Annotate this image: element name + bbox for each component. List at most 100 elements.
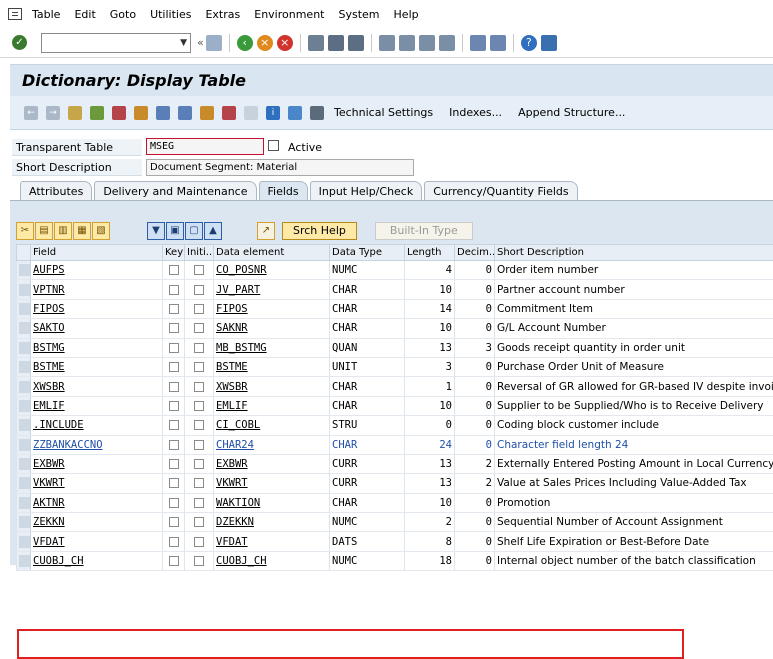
row-selector[interactable] bbox=[17, 299, 31, 318]
initial-values-checkbox[interactable] bbox=[194, 323, 204, 333]
row-selector[interactable] bbox=[17, 261, 31, 280]
table-row[interactable]: XWSBRXWSBRCHAR10Reversal of GR allowed f… bbox=[17, 377, 773, 396]
table-row[interactable]: ZEKKNDZEKKNNUMC20Sequential Number of Ac… bbox=[17, 513, 773, 532]
initial-values-checkbox[interactable] bbox=[194, 420, 204, 430]
key-cell[interactable] bbox=[163, 454, 185, 473]
initial-cell[interactable] bbox=[185, 474, 214, 493]
data-element-link[interactable]: EMLIF bbox=[216, 400, 248, 412]
field-name-link[interactable]: VFDAT bbox=[33, 536, 65, 548]
back-icon[interactable]: ‹ bbox=[237, 35, 253, 51]
column-header-key[interactable]: Key bbox=[163, 245, 185, 261]
tab-delivery-maintenance[interactable]: Delivery and Maintenance bbox=[94, 181, 256, 201]
field-name-cell[interactable]: BSTME bbox=[31, 357, 163, 376]
field-name-cell[interactable]: CUOBJ_CH bbox=[31, 551, 163, 570]
initial-values-checkbox[interactable] bbox=[194, 343, 204, 353]
field-name-cell[interactable]: VPTNR bbox=[31, 280, 163, 299]
initial-cell[interactable] bbox=[185, 377, 214, 396]
key-checkbox[interactable] bbox=[169, 440, 179, 450]
row-selector[interactable] bbox=[17, 396, 31, 415]
key-cell[interactable] bbox=[163, 319, 185, 338]
initial-values-checkbox[interactable] bbox=[194, 304, 204, 314]
initial-values-checkbox[interactable] bbox=[194, 459, 204, 469]
new-session-icon[interactable] bbox=[470, 35, 486, 51]
field-name-cell[interactable]: FIPOS bbox=[31, 299, 163, 318]
field-name-link[interactable]: EXBWR bbox=[33, 458, 65, 470]
field-name-link[interactable]: VKWRT bbox=[33, 477, 65, 489]
shortcut-icon[interactable] bbox=[490, 35, 506, 51]
column-header-data-type[interactable]: Data Type bbox=[330, 245, 405, 261]
initial-values-checkbox[interactable] bbox=[194, 382, 204, 392]
field-name-link[interactable]: ZEKKN bbox=[33, 516, 65, 528]
key-checkbox[interactable] bbox=[169, 323, 179, 333]
data-element-cell[interactable]: CI_COBL bbox=[214, 416, 330, 435]
key-checkbox[interactable] bbox=[169, 537, 179, 547]
key-cell[interactable] bbox=[163, 280, 185, 299]
row-selector[interactable] bbox=[17, 474, 31, 493]
data-element-link[interactable]: JV_PART bbox=[216, 284, 260, 296]
field-name-link[interactable]: SAKTO bbox=[33, 322, 65, 334]
initial-values-checkbox[interactable] bbox=[194, 537, 204, 547]
field-name-cell[interactable]: XWSBR bbox=[31, 377, 163, 396]
enter-check-icon[interactable]: ✓ bbox=[12, 35, 27, 50]
command-field[interactable]: ▼ bbox=[41, 33, 191, 53]
row-selector[interactable] bbox=[17, 454, 31, 473]
last-page-icon[interactable] bbox=[439, 35, 455, 51]
field-name-link[interactable]: FIPOS bbox=[33, 303, 65, 315]
key-checkbox[interactable] bbox=[169, 459, 179, 469]
data-element-cell[interactable]: FIPOS bbox=[214, 299, 330, 318]
column-header-short-description[interactable]: Short Description bbox=[495, 245, 773, 261]
sort-up-icon[interactable]: ▲ bbox=[204, 222, 222, 240]
key-cell[interactable] bbox=[163, 377, 185, 396]
check-icon[interactable] bbox=[112, 106, 126, 120]
initial-cell[interactable] bbox=[185, 396, 214, 415]
history-back-icon[interactable]: « bbox=[197, 36, 204, 49]
technical-settings-button[interactable]: Technical Settings bbox=[334, 106, 433, 119]
data-element-cell[interactable]: VFDAT bbox=[214, 532, 330, 551]
data-element-link[interactable]: VFDAT bbox=[216, 536, 248, 548]
tab-attributes[interactable]: Attributes bbox=[20, 181, 92, 201]
table-row[interactable]: EXBWREXBWRCURR132Externally Entered Post… bbox=[17, 454, 773, 473]
row-selector[interactable] bbox=[17, 551, 31, 570]
menu-table[interactable]: Table bbox=[32, 8, 60, 21]
table-row[interactable]: SAKTOSAKNRCHAR100G/L Account Number bbox=[17, 319, 773, 338]
table-row[interactable]: ZZBANKACCNOCHAR24CHAR240Character field … bbox=[17, 435, 773, 454]
key-checkbox[interactable] bbox=[169, 382, 179, 392]
field-name-cell[interactable]: BSTMG bbox=[31, 338, 163, 357]
back-arrow-icon[interactable]: ← bbox=[24, 106, 38, 120]
row-selector[interactable] bbox=[17, 319, 31, 338]
data-element-link[interactable]: XWSBR bbox=[216, 381, 248, 393]
hierarchy-icon[interactable] bbox=[200, 106, 214, 120]
table-row[interactable]: FIPOSFIPOSCHAR140Commitment Item bbox=[17, 299, 773, 318]
field-name-link[interactable]: AKTNR bbox=[33, 497, 65, 509]
select-all-column-header[interactable] bbox=[17, 245, 31, 261]
built-in-type-button[interactable]: Built-In Type bbox=[375, 222, 473, 240]
paste-icon[interactable]: ▥ bbox=[54, 222, 72, 240]
exit-icon[interactable]: × bbox=[257, 35, 273, 51]
key-cell[interactable] bbox=[163, 396, 185, 415]
table-row[interactable]: AUFPSCO_POSNRNUMC40Order item number bbox=[17, 261, 773, 280]
row-selector[interactable] bbox=[17, 377, 31, 396]
field-name-cell[interactable]: AKTNR bbox=[31, 493, 163, 512]
initial-cell[interactable] bbox=[185, 416, 214, 435]
copy-rows-icon[interactable]: ▤ bbox=[35, 222, 53, 240]
key-checkbox[interactable] bbox=[169, 343, 179, 353]
menu-edit[interactable]: Edit bbox=[74, 8, 95, 21]
srch-help-button[interactable]: Srch Help bbox=[282, 222, 357, 240]
row-selector[interactable] bbox=[17, 513, 31, 532]
find-next-icon[interactable] bbox=[348, 35, 364, 51]
key-cell[interactable] bbox=[163, 513, 185, 532]
field-name-cell[interactable]: EXBWR bbox=[31, 454, 163, 473]
initial-values-checkbox[interactable] bbox=[194, 517, 204, 527]
key-checkbox[interactable] bbox=[169, 285, 179, 295]
field-name-link[interactable]: VPTNR bbox=[33, 284, 65, 296]
find-icon[interactable] bbox=[328, 35, 344, 51]
row-selector[interactable] bbox=[17, 280, 31, 299]
contents-icon[interactable] bbox=[288, 106, 302, 120]
data-element-link[interactable]: FIPOS bbox=[216, 303, 248, 315]
active-inactive-icon[interactable] bbox=[90, 106, 104, 120]
table-row[interactable]: VKWRTVKWRTCURR132Value at Sales Prices I… bbox=[17, 474, 773, 493]
key-cell[interactable] bbox=[163, 435, 185, 454]
copy-icon[interactable] bbox=[268, 140, 279, 151]
initial-values-checkbox[interactable] bbox=[194, 478, 204, 488]
indexes-button[interactable]: Indexes... bbox=[449, 106, 502, 119]
